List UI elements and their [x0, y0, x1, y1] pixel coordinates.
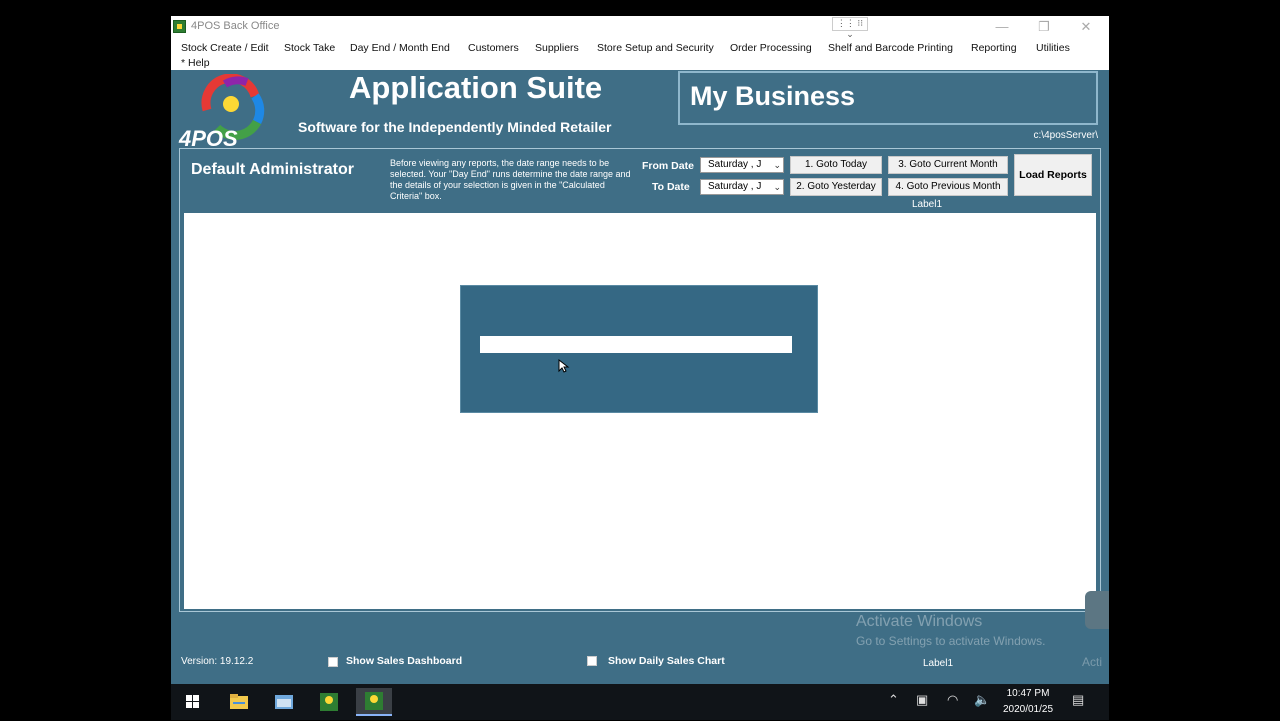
version-label: Version: 19.12.2 — [181, 656, 254, 667]
from-date-value: Saturday , J — [708, 159, 762, 170]
goto-previous-month-button[interactable]: 4. Goto Previous Month — [888, 178, 1008, 196]
windows-icon — [186, 695, 199, 708]
side-handle[interactable] — [1085, 591, 1109, 629]
goto-yesterday-button[interactable]: 2. Goto Yesterday — [790, 178, 882, 196]
main-panel: Default Administrator Before viewing any… — [179, 148, 1101, 612]
clock-date: 2020/01/25 — [1002, 704, 1054, 715]
goto-current-month-button[interactable]: 3. Goto Current Month — [888, 156, 1008, 174]
menu-help[interactable]: * Help — [181, 57, 210, 69]
to-date-label: To Date — [652, 181, 690, 193]
close-button[interactable]: ✕ — [1071, 18, 1101, 36]
chevron-down-icon[interactable]: ⌄ — [773, 180, 781, 194]
server-path: c:\4posServer\ — [1033, 130, 1098, 141]
notification-icon[interactable]: ▤ — [1072, 692, 1084, 708]
minimize-button[interactable]: — — [987, 18, 1017, 36]
menu-suppliers[interactable]: Suppliers — [535, 42, 579, 54]
activate-edge-text: Acti — [1082, 655, 1103, 669]
label1-top: Label1 — [912, 199, 943, 210]
load-reports-button[interactable]: Load Reports — [1014, 154, 1092, 196]
app-subtitle: Software for the Independently Minded Re… — [298, 119, 612, 135]
menu-utilities[interactable]: Utilities — [1036, 42, 1070, 54]
activate-title: Activate Windows — [856, 613, 983, 630]
start-button[interactable] — [175, 688, 211, 716]
4pos-taskbar-icon[interactable] — [311, 688, 347, 716]
menu-stock-take[interactable]: Stock Take — [284, 42, 335, 54]
title-bar: 4POS Back Office ⋮⋮ ⁝⁝ ⌄ — ❐ ✕ — [171, 16, 1109, 39]
window-title: 4POS Back Office — [191, 20, 280, 32]
show-sales-dashboard-checkbox[interactable] — [328, 657, 338, 667]
menu-day-end[interactable]: Day End / Month End — [350, 42, 450, 54]
chevron-up-icon[interactable]: ⌃ — [888, 692, 899, 708]
menu-stock-create[interactable]: Stock Create / Edit — [181, 42, 269, 54]
clock-time: 10:47 PM — [1006, 688, 1050, 699]
security-icon[interactable]: ▣ — [916, 692, 928, 708]
progress-field — [480, 336, 792, 353]
menu-order-processing[interactable]: Order Processing — [730, 42, 812, 54]
show-daily-sales-chart-checkbox[interactable] — [587, 656, 597, 666]
activate-subtitle: Go to Settings to activate Windows. — [856, 634, 1046, 648]
date-range-info: Before viewing any reports, the date ran… — [390, 158, 631, 201]
menu-customers[interactable]: Customers — [468, 42, 519, 54]
menu-shelf-barcode[interactable]: Shelf and Barcode Printing — [828, 42, 953, 54]
mouse-cursor-icon — [558, 359, 570, 373]
business-box: My Business — [678, 71, 1098, 125]
app-window: 4POS Back Office ⋮⋮ ⁝⁝ ⌄ — ❐ ✕ Stock Cre… — [171, 16, 1109, 684]
chevron-down-icon[interactable]: ⌄ — [773, 158, 781, 172]
header: 4POS Application Suite Software for the … — [171, 70, 1109, 150]
network-icon[interactable]: ◠ — [947, 692, 958, 708]
to-date-picker[interactable]: Saturday , J ⌄ — [700, 179, 784, 195]
from-date-label: From Date — [642, 160, 694, 172]
app-title: Application Suite — [349, 70, 603, 105]
clock[interactable]: 10:47 PM 2020/01/25 — [993, 686, 1063, 718]
app-window-icon[interactable] — [266, 688, 302, 716]
business-name: My Business — [690, 81, 856, 111]
goto-today-button[interactable]: 1. Goto Today — [790, 156, 882, 174]
from-date-picker[interactable]: Saturday , J ⌄ — [700, 157, 784, 173]
taskbar: ⌃ ▣ ◠ 🔈 10:47 PM 2020/01/25 ▤ — [171, 684, 1109, 720]
menu-bar: Stock Create / Edit Stock Take Day End /… — [171, 38, 1109, 70]
volume-icon[interactable]: 🔈 — [974, 692, 990, 708]
file-explorer-icon[interactable] — [221, 688, 257, 716]
label1-bottom: Label1 — [923, 658, 954, 669]
app-icon — [173, 20, 186, 33]
menu-reporting[interactable]: Reporting — [971, 42, 1017, 54]
4pos-back-office-taskbar-icon[interactable] — [356, 688, 392, 716]
to-date-value: Saturday , J — [708, 181, 762, 192]
logo-text: 4POS — [178, 126, 238, 150]
admin-name: Default Administrator — [191, 161, 354, 178]
show-sales-dashboard-label[interactable]: Show Sales Dashboard — [346, 655, 462, 667]
report-content-area — [184, 213, 1096, 609]
progress-dialog — [460, 285, 818, 413]
title-tools-icon[interactable]: ⋮⋮ ⁝⁝ ⌄ — [832, 17, 868, 39]
restore-button[interactable]: ❐ — [1029, 18, 1059, 36]
menu-store-setup[interactable]: Store Setup and Security — [597, 42, 714, 54]
4pos-logo: 4POS — [178, 74, 265, 150]
show-daily-sales-chart-label[interactable]: Show Daily Sales Chart — [608, 655, 725, 667]
activate-windows-watermark: Activate Windows Go to Settings to activ… — [856, 613, 1045, 648]
